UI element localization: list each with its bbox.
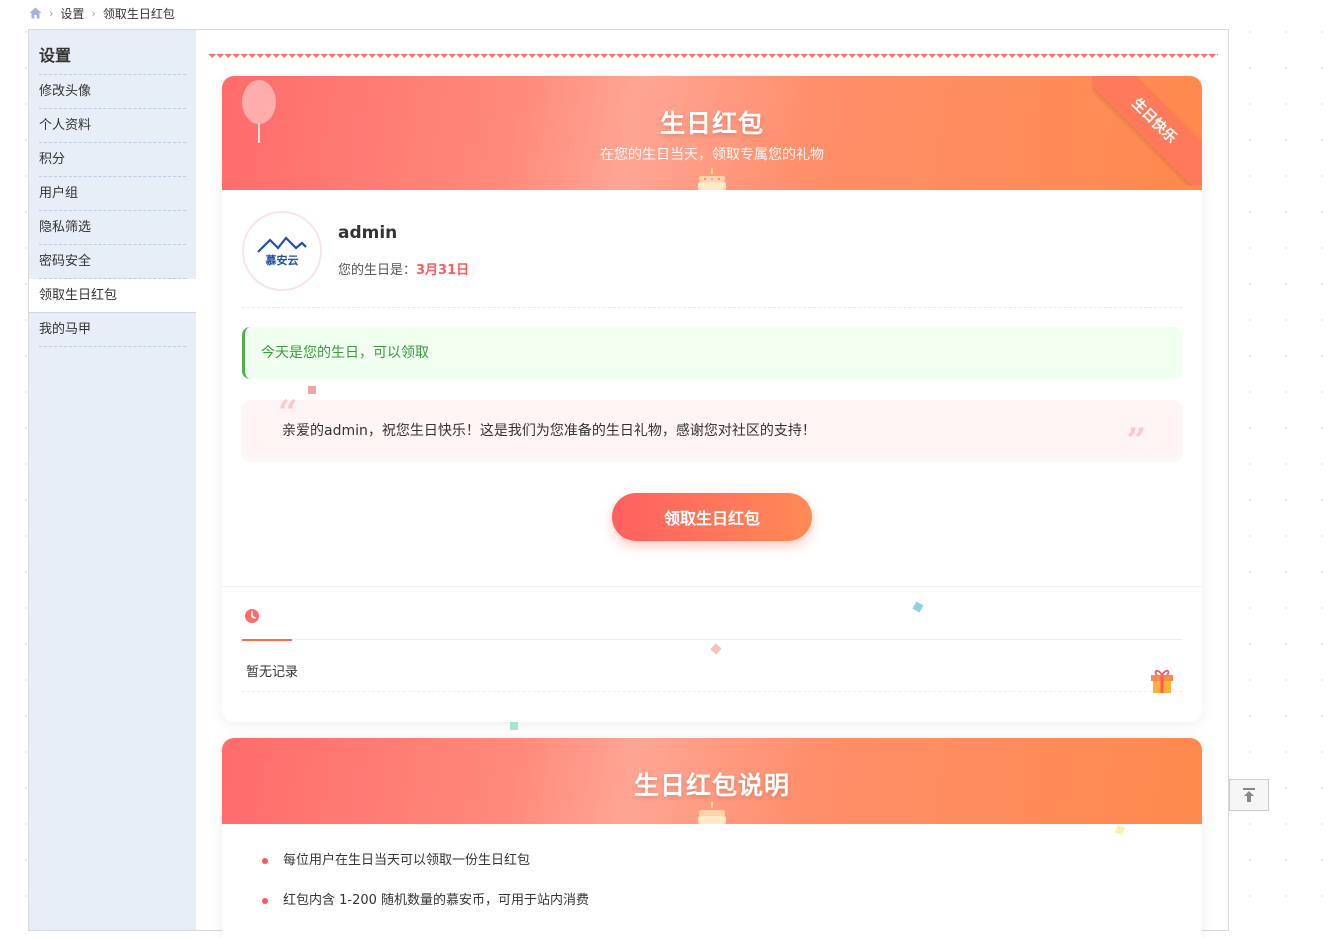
info-title: 生日红包说明 <box>633 771 790 800</box>
cake-icon <box>698 802 726 824</box>
birthday-card: 生日红包 在您的生日当天，领取专属您的礼物 生日快乐 慕安云 admin 您的生… <box>222 76 1202 722</box>
info-item: 每位用户在生日当天可以领取一份生日红包 <box>260 848 1202 888</box>
records-tabs <box>242 605 1182 641</box>
back-to-top-button[interactable] <box>1229 779 1269 811</box>
greeting-text: 亲爱的admin，祝您生日快乐！这是我们为您准备的生日礼物，感谢您对社区的支持！ <box>282 423 816 439</box>
arrow-up-icon <box>1243 788 1255 802</box>
breadcrumb: › 设置 › 领取生日红包 <box>29 4 175 22</box>
birthday-date: 3月31日 <box>416 263 470 278</box>
sidebar-item-credits[interactable]: 积分 <box>39 143 186 177</box>
username: admin <box>338 223 398 243</box>
sidebar: 设置 修改头像 个人资料 积分 用户组 隐私筛选 密码安全 领取生日红包 我的马… <box>29 30 196 930</box>
greeting-quote: “ 亲爱的admin，祝您生日快乐！这是我们为您准备的生日礼物，感谢您对社区的支… <box>242 396 1182 462</box>
tab-history[interactable] <box>242 605 292 641</box>
open-quote-icon: “ <box>278 393 298 433</box>
breadcrumb-separator: › <box>49 6 54 20</box>
birthday-line: 您的生日是：3月31日 <box>338 259 469 278</box>
balloon-string <box>258 123 260 143</box>
sidebar-item-profile[interactable]: 个人资料 <box>39 109 186 143</box>
birthday-label: 您的生日是： <box>338 263 417 278</box>
breadcrumb-current[interactable]: 领取生日红包 <box>103 5 175 22</box>
close-quote-icon: ” <box>1126 421 1146 461</box>
confetti-piece <box>308 386 316 394</box>
sidebar-item-privacy[interactable]: 隐私筛选 <box>39 211 186 245</box>
hero-title: 生日红包 <box>659 109 764 138</box>
eligibility-alert: 今天是您的生日，可以领取 <box>242 327 1182 379</box>
happy-birthday-ribbon: 生日快乐 <box>1092 76 1202 186</box>
sidebar-item-password[interactable]: 密码安全 <box>39 245 186 279</box>
balloon-icon <box>242 80 276 124</box>
main-frame: 设置 修改头像 个人资料 积分 用户组 隐私筛选 密码安全 领取生日红包 我的马… <box>28 29 1229 938</box>
empty-records: 暂无记录 <box>242 653 1182 693</box>
records-section: 暂无记录 <box>222 586 1202 722</box>
hero-banner: 生日红包 在您的生日当天，领取专属您的礼物 生日快乐 <box>222 76 1202 190</box>
content-area: 生日红包 在您的生日当天，领取专属您的礼物 生日快乐 慕安云 admin 您的生… <box>196 30 1228 938</box>
ribbon-corner: 生日快乐 <box>1092 76 1202 186</box>
breadcrumb-settings[interactable]: 设置 <box>60 5 84 22</box>
empty-records-text: 暂无记录 <box>246 665 299 680</box>
user-info: 慕安云 admin 您的生日是：3月31日 <box>242 209 1182 308</box>
sidebar-item-avatar[interactable]: 修改头像 <box>39 75 186 109</box>
info-list: 每位用户在生日当天可以领取一份生日红包 红包内含 1-200 随机数量的慕安币，… <box>222 824 1202 928</box>
breadcrumb-separator: › <box>91 6 96 20</box>
home-icon[interactable] <box>29 7 42 19</box>
avatar[interactable]: 慕安云 <box>242 211 322 291</box>
clock-icon <box>245 609 259 623</box>
avatar-logo-text: 慕安云 <box>265 254 299 267</box>
gift-icon <box>1151 669 1173 693</box>
info-banner: 生日红包说明 <box>222 738 1202 824</box>
cake-icon <box>698 168 726 190</box>
confetti-piece <box>510 722 518 730</box>
mountain-logo-icon <box>257 236 307 253</box>
sidebar-item-sockpuppet[interactable]: 我的马甲 <box>39 313 186 347</box>
info-card: 生日红包说明 每位用户在生日当天可以领取一份生日红包 红包内含 1-200 随机… <box>222 738 1202 938</box>
zigzag-divider <box>208 54 1218 61</box>
info-item: 红包内含 1-200 随机数量的慕安币，可用于站内消费 <box>260 888 1202 928</box>
hero-subtitle: 在您的生日当天，领取专属您的礼物 <box>600 147 824 163</box>
sidebar-item-birthday-redpacket[interactable]: 领取生日红包 <box>29 279 196 313</box>
sidebar-item-usergroup[interactable]: 用户组 <box>39 177 186 211</box>
claim-redpacket-button[interactable]: 领取生日红包 <box>612 493 812 541</box>
sidebar-title: 设置 <box>39 30 186 75</box>
